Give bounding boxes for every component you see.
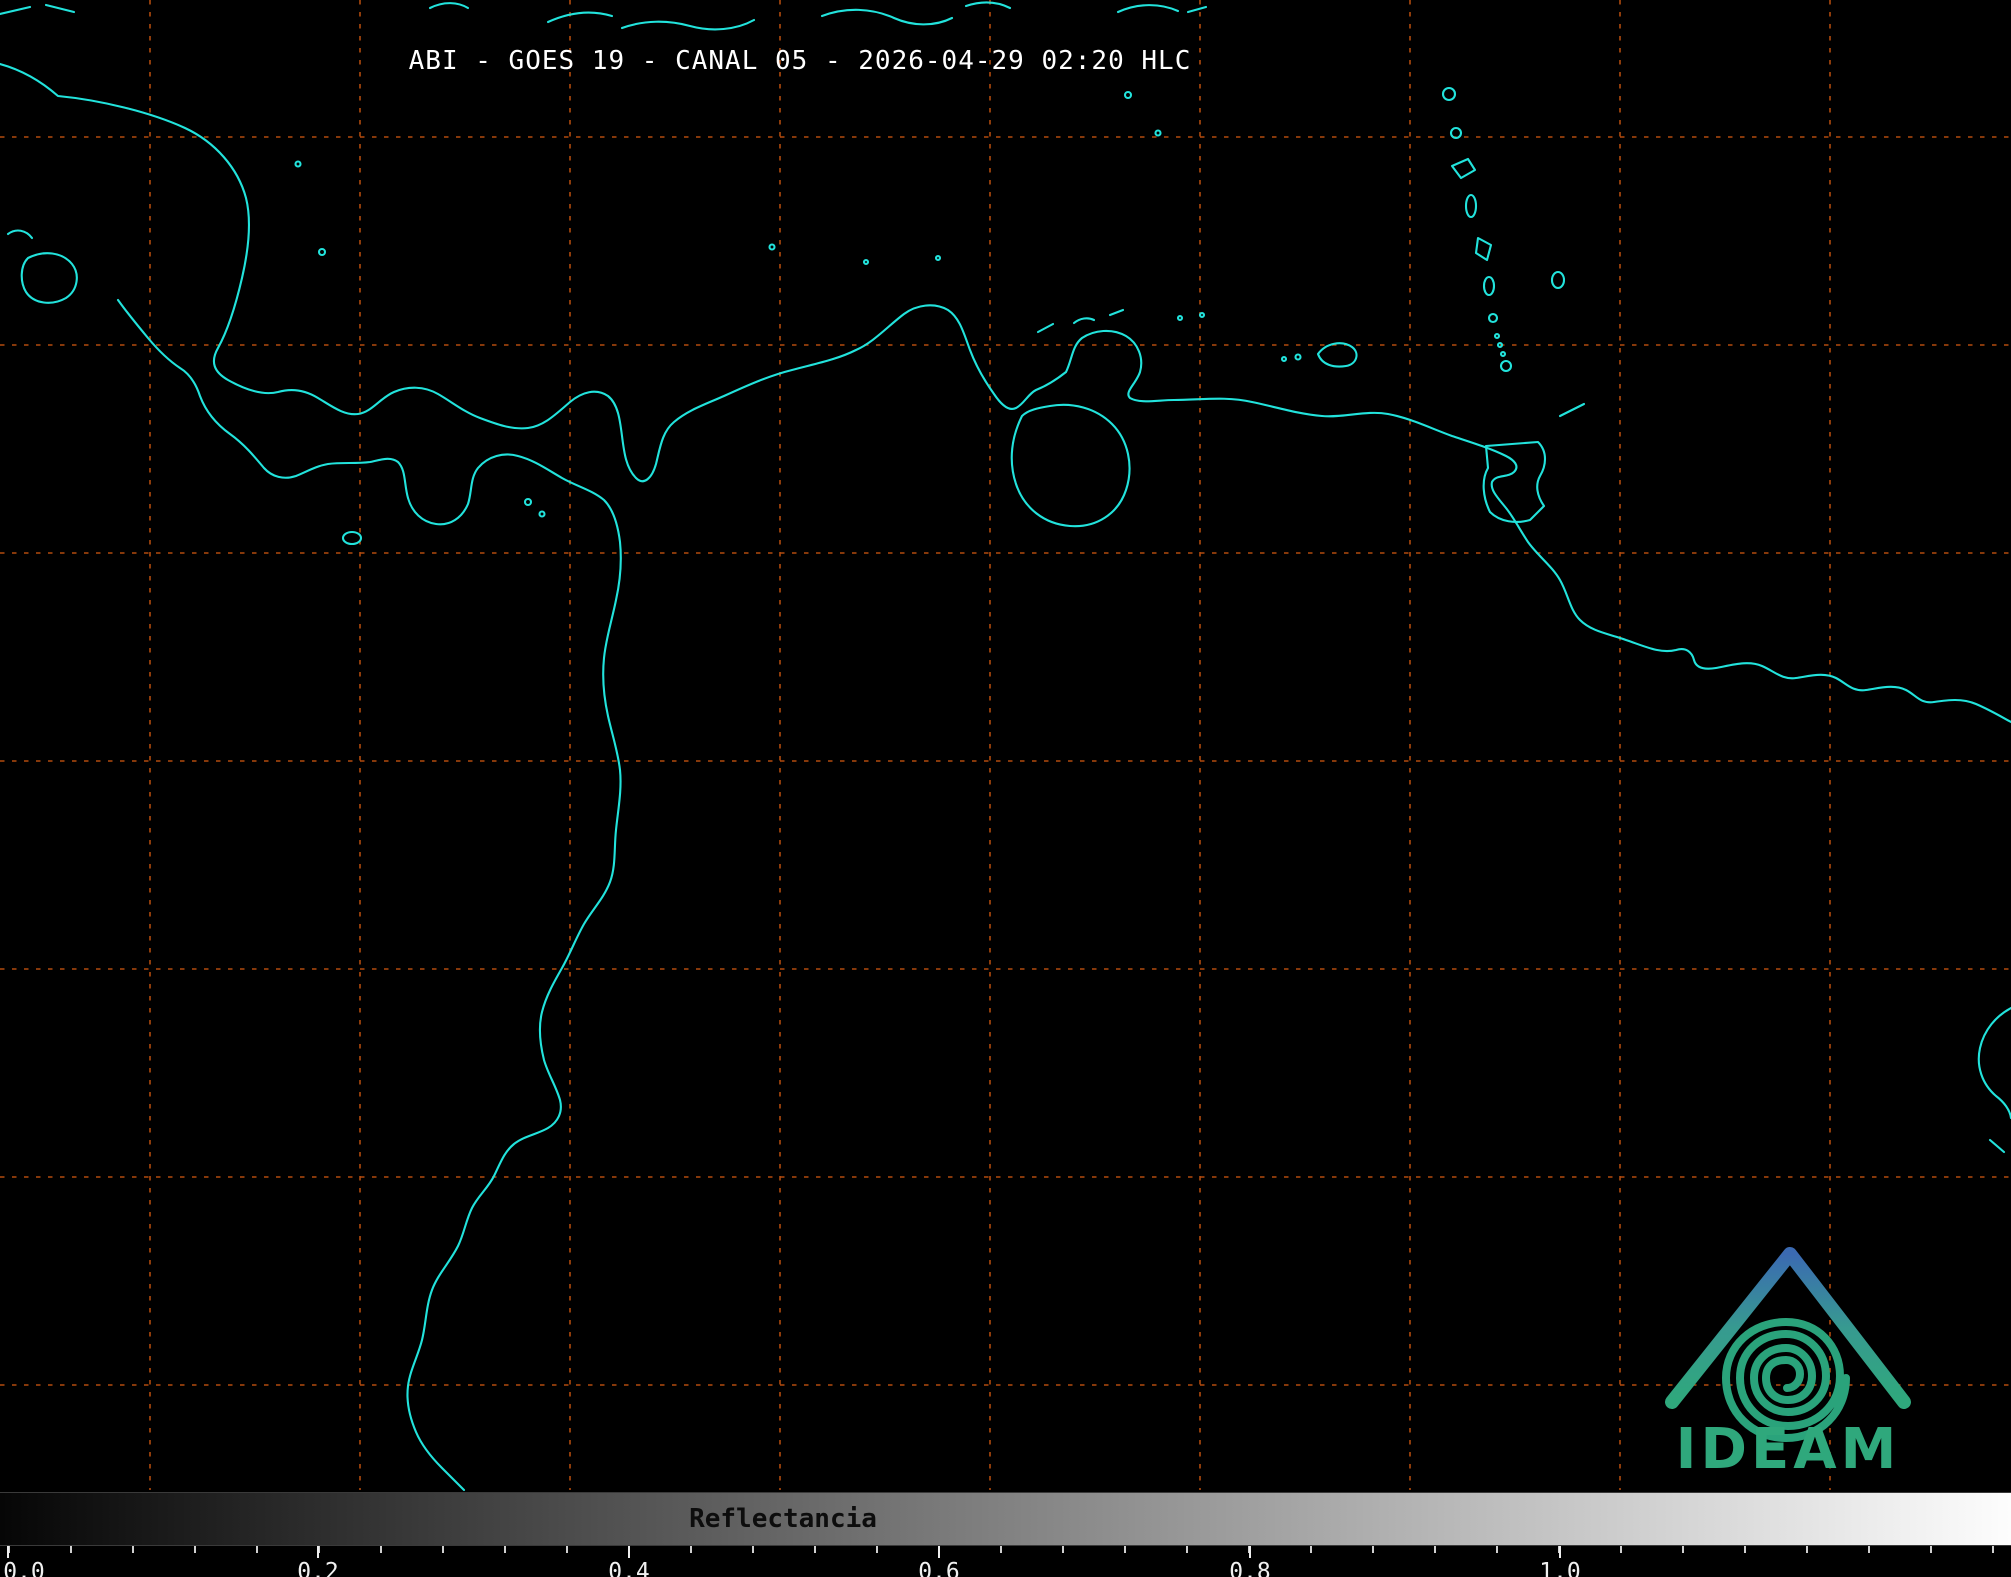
colorbar-tick — [1249, 1546, 1251, 1558]
colorbar-tick — [7, 1546, 9, 1558]
colorbar-tick-label: 0.2 — [297, 1559, 339, 1577]
colorbar-tick — [938, 1546, 940, 1558]
colorbar-tick-label: 0.4 — [608, 1559, 650, 1577]
colorbar-minor-ticks — [0, 1546, 2011, 1553]
satellite-image-viewport: IDEAM ABI - GOES 19 - CANAL 05 - 2026-04… — [0, 0, 2011, 1577]
colorbar-axis: 0.0 0.2 0.4 0.6 0.8 1.0 — [0, 1546, 2011, 1577]
colorbar-tick-label: 0.0 — [3, 1559, 45, 1577]
logo-text: IDEAM — [1676, 1417, 1901, 1482]
colorbar: Reflectancia — [0, 1492, 2011, 1546]
colorbar-tick-label: 1.0 — [1539, 1559, 1581, 1577]
colorbar-label: Reflectancia — [689, 1504, 877, 1534]
colorbar-tick-label: 0.8 — [1229, 1559, 1271, 1577]
image-title: ABI - GOES 19 - CANAL 05 - 2026-04-29 02… — [408, 46, 1192, 76]
colorbar-tick-label: 0.6 — [918, 1559, 960, 1577]
colorbar-tick — [628, 1546, 630, 1558]
colorbar-tick — [1559, 1546, 1561, 1558]
colorbar-tick — [317, 1546, 319, 1558]
logo-mountain-icon — [1665, 1247, 1911, 1409]
ideam-logo: IDEAM — [1665, 1247, 1911, 1482]
